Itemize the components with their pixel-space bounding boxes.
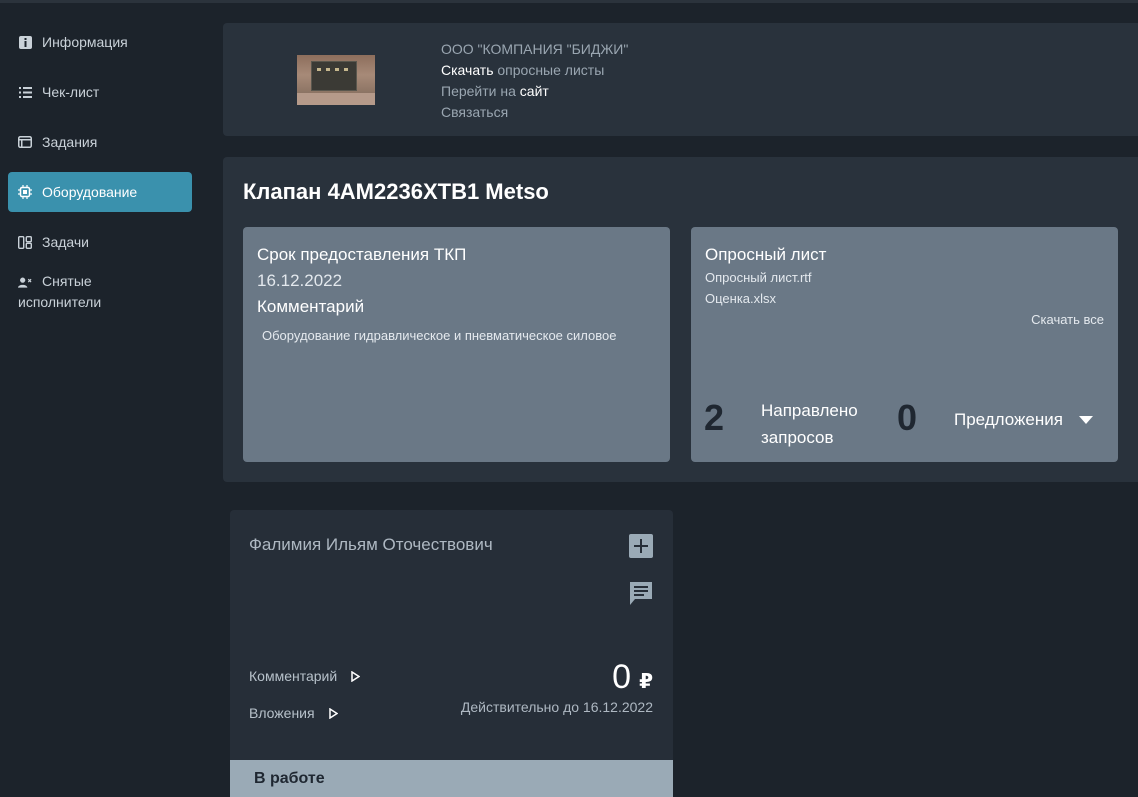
deadline-label: Срок предоставления ТКП (257, 245, 467, 264)
questionnaire-file[interactable]: Оценка.xlsx (705, 291, 776, 306)
go-to-site-link[interactable]: Перейти на сайт (441, 81, 628, 102)
equipment-panel: Клапан 4AM2236XTB1 Metso Срок предоставл… (223, 157, 1138, 482)
proposal-price: 0 ₽ (612, 658, 653, 696)
questionnaire-title: Опросный лист (705, 245, 827, 264)
download-all-link[interactable]: Скачать все (1031, 312, 1104, 327)
contact-link[interactable]: Связаться (441, 102, 628, 123)
sidebar-item-board[interactable]: Задачи (8, 222, 192, 262)
user-remove-icon (18, 275, 32, 289)
sidebar-item-equipment[interactable]: Оборудование (8, 172, 192, 212)
tasks-window-icon (18, 135, 32, 149)
sidebar-item-label: Задачи (42, 234, 90, 250)
sidebar-item-label: Чек-лист (42, 84, 100, 100)
comment-label: Комментарий (257, 297, 365, 316)
plus-icon (629, 533, 653, 563)
sidebar-item-info[interactable]: Информация (8, 22, 192, 62)
sidebar-item-label: Задания (42, 134, 98, 150)
equipment-title: Клапан 4AM2236XTB1 Metso (243, 179, 549, 204)
play-right-icon (315, 707, 338, 719)
attachments-toggle[interactable]: Вложения (249, 705, 338, 721)
chip-icon (18, 185, 32, 199)
comment-toggle[interactable]: Комментарий (249, 668, 361, 684)
valid-until: Действительно до 16.12.2022 (460, 699, 653, 715)
add-button[interactable] (628, 533, 654, 563)
offers-dropdown[interactable]: Предложения (954, 410, 1093, 430)
sidebar-item-label-line1: Снятые (42, 273, 92, 289)
checklist-icon (18, 85, 32, 99)
message-icon (628, 580, 654, 611)
questionnaire-file[interactable]: Опросный лист.rtf (705, 270, 812, 285)
sidebar-item-removed-executors[interactable]: Снятые исполнители (8, 271, 192, 317)
message-button[interactable] (628, 580, 654, 611)
sidebar-item-label: Оборудование (42, 184, 138, 200)
sidebar-item-tasks[interactable]: Задания (8, 122, 192, 162)
download-questionnaires-link[interactable]: Скачать опросные листы (441, 60, 628, 81)
requests-label: Направлено запросов (761, 401, 858, 447)
status-badge: В работе (230, 760, 673, 797)
requests-count: 2 (704, 397, 725, 438)
sidebar-item-label-line2: исполнители (18, 294, 102, 310)
board-icon (18, 235, 32, 249)
sidebar: Информация Чек-лист Задания Оборудование… (0, 0, 200, 797)
ruble-icon: ₽ (639, 671, 653, 693)
proposal-card: Фалимия Ильям Оточествович Комментарий В… (230, 510, 673, 797)
offers-count: 0 (897, 397, 918, 438)
equipment-info-card: Срок предоставления ТКП 16.12.2022 Комме… (243, 227, 670, 462)
comment-text: Оборудование гидравлическое и пневматиче… (262, 328, 617, 343)
company-panel: ООО "КОМПАНИЯ "БИДЖИ" Скачать опросные л… (223, 23, 1138, 136)
executor-name: Фалимия Ильям Оточествович (249, 535, 493, 554)
sidebar-item-checklist[interactable]: Чек-лист (8, 72, 192, 112)
info-icon (18, 35, 32, 49)
questionnaire-card: Опросный лист Опросный лист.rtf Оценка.x… (691, 227, 1118, 462)
company-photo (297, 55, 375, 105)
sidebar-item-label: Информация (42, 34, 128, 50)
play-right-icon (337, 670, 361, 682)
company-name: ООО "КОМПАНИЯ "БИДЖИ" (441, 41, 629, 57)
deadline-value: 16.12.2022 (257, 271, 343, 290)
chevron-down-icon (1078, 416, 1093, 424)
